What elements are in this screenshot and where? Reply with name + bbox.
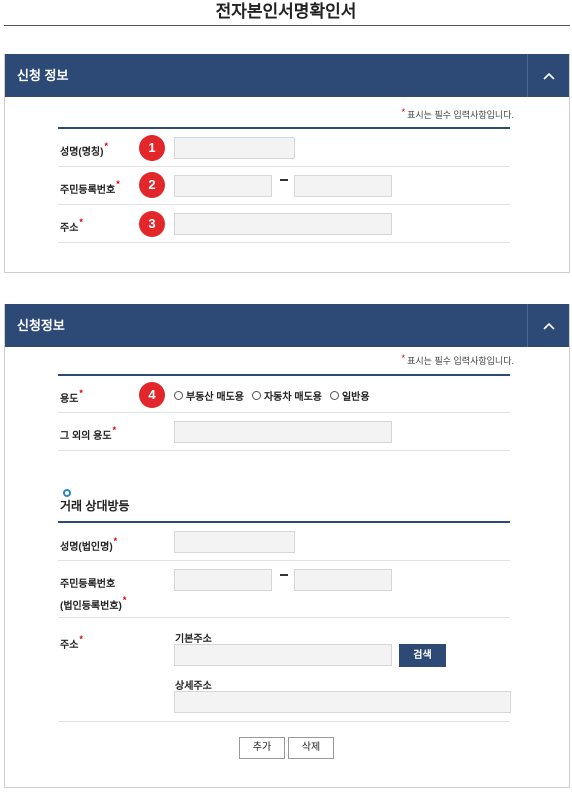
required-marker: * [112,425,117,435]
ring-icon [63,489,71,497]
radio-button[interactable] [174,391,183,400]
resident-number-label-text: 주민등록번호 [60,185,116,196]
row-divider [58,560,510,561]
required-note-text: 표시는 필수 입력사항입니다. [407,356,514,366]
required-marker: * [401,107,406,117]
name-label: 성명(명칭)* [60,141,108,158]
required-marker: * [79,217,83,227]
row-divider [58,242,510,243]
required-marker: * [79,634,83,644]
counterparty-name-input[interactable] [174,531,295,553]
row-divider [58,204,510,205]
other-purpose-label: 그 외의 용도* [60,425,117,442]
step-badge: 1 [139,135,165,161]
counterparty-resident-back-input[interactable] [294,569,392,591]
collapse-toggle-button[interactable] [527,54,569,97]
name-label-text: 성명(명칭) [60,147,104,158]
required-note: * 표시는 필수 입력사항입니다. [401,107,514,121]
address-label: 주소* [60,217,83,234]
resident-number-back-input[interactable] [294,175,392,197]
step-badge: 3 [139,211,165,237]
radio-label: 부동산 매도용 [186,392,244,403]
number-dash [280,179,288,181]
required-note-text: 표시는 필수 입력사항입니다. [407,110,514,120]
counterparty-resident-front-input[interactable] [174,569,272,591]
panel-header: 신청정보 [5,304,569,347]
required-marker: * [116,179,120,189]
step-badge: 4 [139,382,165,408]
counterparty-address-label-text: 주소 [60,640,79,651]
page-title: 전자본인서명확인서 [215,2,357,21]
radio-label: 자동차 매도용 [263,392,322,403]
other-purpose-label-text: 그 외의 용도 [60,431,112,442]
purpose-label-text: 용도 [60,394,79,405]
name-input[interactable] [174,137,295,159]
counterparty-name-label-text: 성명(법인명) [60,542,113,553]
counterparty-name-label: 성명(법인명)* [60,536,118,553]
purpose-option-vehicle[interactable]: 자동차 매도용 [251,388,322,403]
delete-button[interactable]: 삭제 [288,737,334,759]
form-top-rule [58,127,510,129]
required-note: * 표시는 필수 입력사항입니다. [401,353,514,367]
required-marker: * [104,141,108,151]
counterparty-heading: 거래 상대방등 [60,499,130,513]
panel-header-title: 신청 정보 [17,68,69,83]
required-marker: * [122,595,127,605]
form-top-rule [58,521,510,523]
counterparty-corp-number-label-text: (법인등록번호) [60,601,122,612]
address-search-button[interactable]: 검색 [399,644,446,667]
row-divider [58,617,510,618]
panel-header: 신청 정보 [5,54,569,97]
resident-number-label: 주민등록번호* [60,179,120,196]
row-divider [58,450,510,451]
basic-address-input[interactable] [174,644,392,666]
chevron-up-icon [542,72,555,80]
form-top-rule [58,374,510,376]
row-divider [58,412,510,413]
basic-address-label: 기본주소 [175,634,212,645]
radio-label: 일반용 [341,392,370,403]
purpose-label: 용도* [60,388,83,405]
required-marker: * [79,388,83,398]
collapse-toggle-button[interactable] [527,304,569,347]
counterparty-corp-number-label: (법인등록번호)* [60,595,127,612]
radio-button[interactable] [251,391,261,400]
applicant-info-panel: 신청 정보 [4,54,570,273]
purpose-radio-group: 부동산 매도용 자동차 매도용 일반용 [174,388,378,403]
panel-header-title: 신청정보 [17,318,65,333]
counterparty-resident-label: 주민등록번호 [60,579,116,590]
required-marker: * [401,353,406,363]
purpose-option-general[interactable]: 일반용 [329,388,370,403]
radio-button[interactable] [329,391,339,400]
number-dash [280,574,288,576]
counterparty-address-label: 주소* [60,634,83,651]
address-input[interactable] [174,213,392,235]
chevron-up-icon [542,322,555,330]
row-divider [58,166,510,167]
row-divider [58,721,510,722]
add-button[interactable]: 추가 [239,737,285,759]
detail-address-label: 상세주소 [175,681,212,692]
address-label-text: 주소 [60,223,79,234]
resident-number-front-input[interactable] [174,175,272,197]
detail-address-input[interactable] [174,691,511,713]
title-divider [4,25,570,26]
step-badge: 2 [139,172,165,198]
other-purpose-input[interactable] [174,421,392,443]
required-marker: * [113,536,118,546]
purpose-option-real-estate[interactable]: 부동산 매도용 [174,388,244,403]
